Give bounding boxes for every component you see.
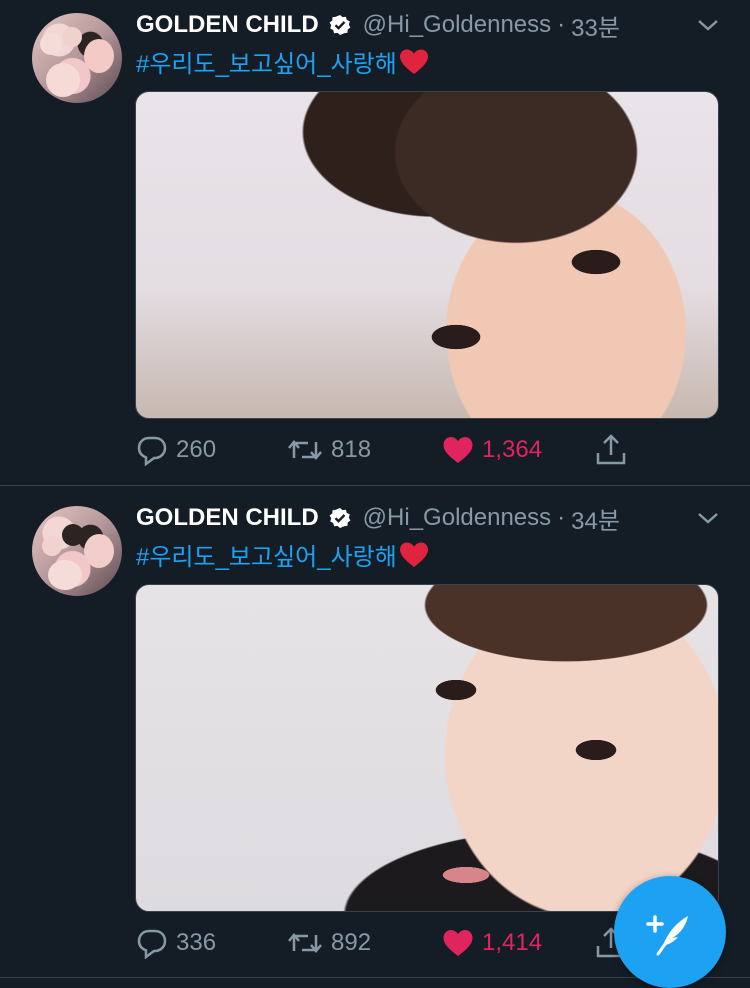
retweet-icon	[288, 440, 322, 460]
chevron-down-icon[interactable]	[696, 506, 720, 530]
like-button[interactable]: 1,414	[442, 925, 542, 961]
reply-button[interactable]: 260	[136, 432, 216, 468]
retweet-button[interactable]: 892	[287, 925, 371, 961]
display-name[interactable]: GOLDEN CHILD	[136, 504, 319, 532]
heart-icon	[443, 930, 473, 956]
divider	[0, 485, 750, 486]
handle[interactable]: @Hi_Goldenness	[363, 504, 551, 532]
avatar[interactable]	[32, 506, 122, 596]
like-count: 1,364	[482, 436, 543, 463]
like-button[interactable]: 1,364	[442, 432, 542, 468]
compose-tweet-button[interactable]	[614, 876, 726, 988]
heart-icon	[443, 437, 473, 463]
like-count: 1,414	[482, 929, 543, 956]
separator: ·	[557, 504, 566, 531]
tweet-photo[interactable]	[135, 91, 719, 419]
compose-tweet-icon	[646, 915, 688, 956]
separator: ·	[557, 11, 566, 38]
timestamp[interactable]: 33분	[571, 8, 620, 43]
display-name[interactable]: GOLDEN CHILD	[136, 11, 319, 39]
hashtag-link[interactable]: #우리도_보고싶어_사랑해	[136, 44, 397, 79]
heart-emoji-icon	[399, 541, 429, 569]
reply-button[interactable]: 336	[136, 925, 216, 961]
retweet-count: 892	[331, 929, 372, 956]
retweet-icon	[288, 933, 322, 953]
reply-count: 336	[176, 929, 217, 956]
share-button[interactable]	[594, 432, 636, 468]
verified-badge-icon	[329, 507, 351, 529]
avatar[interactable]	[32, 13, 122, 103]
chevron-down-icon[interactable]	[696, 13, 720, 37]
reply-icon	[137, 929, 167, 959]
retweet-button[interactable]: 818	[287, 432, 371, 468]
reply-count: 260	[176, 436, 217, 463]
verified-badge-icon	[329, 14, 351, 36]
hashtag-link[interactable]: #우리도_보고싶어_사랑해	[136, 537, 397, 572]
timestamp[interactable]: 34분	[571, 501, 620, 536]
heart-emoji-icon	[399, 48, 429, 76]
reply-icon	[137, 436, 167, 466]
share-icon	[596, 434, 626, 465]
tweet-photo[interactable]	[135, 584, 719, 912]
handle[interactable]: @Hi_Goldenness	[363, 11, 551, 39]
retweet-count: 818	[331, 436, 372, 463]
